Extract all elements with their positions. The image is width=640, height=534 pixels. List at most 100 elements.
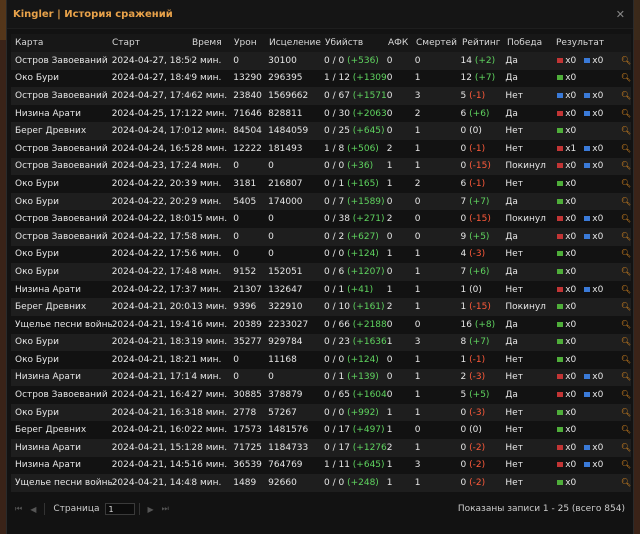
rating-value: 6 <box>460 178 467 189</box>
cell-afk: 0 <box>386 354 393 365</box>
cell-rating: 0 (-1) <box>461 144 506 154</box>
table-row[interactable]: Око Бури 2024-04-22, 17:44 8 мин. 9152 15205… <box>11 263 631 281</box>
column-header-result[interactable]: Результат <box>556 38 612 48</box>
result-count: x0 <box>592 90 604 101</box>
cell-deaths: 0 <box>414 231 421 242</box>
view-details-button[interactable]: 🔍︎ <box>613 355 631 365</box>
cell-result: x0 x0 <box>554 56 613 66</box>
table-row[interactable]: Око Бури 2024-04-22, 17:52 6 мин. 0 0 0 / 0 (… <box>11 246 631 264</box>
cell-deaths: 1 <box>414 478 421 489</box>
first-page-icon[interactable]: ⏮ <box>15 504 22 514</box>
view-details-button[interactable]: 🔍︎ <box>613 372 631 382</box>
table-row[interactable]: Берег Древних 2024-04-21, 20:04 13 мин. 939… <box>11 298 631 316</box>
table-row[interactable]: Око Бури 2024-04-21, 16:34 18 мин. 2778 5726… <box>11 403 631 422</box>
cell-win: Покинул <box>505 161 546 172</box>
last-page-icon[interactable]: ⏭ <box>162 504 169 514</box>
cell-deaths: 0 <box>414 55 421 66</box>
column-header-deaths[interactable]: Смертей <box>416 38 462 48</box>
column-header-heal[interactable]: Исцеление <box>269 38 325 48</box>
cell-afk: 2 <box>386 143 393 154</box>
table-row[interactable]: Око Бури 2024-04-21, 18:33 19 мин. 35277 929… <box>11 333 631 352</box>
cell-heal: 828811 <box>268 108 303 119</box>
table-row[interactable]: Низина Арати 2024-04-22, 17:35 7 мин. 21307… <box>11 281 631 299</box>
view-details-button[interactable]: 🔍︎ <box>613 161 631 171</box>
view-details-button[interactable]: 🔍︎ <box>613 443 631 453</box>
table-row[interactable]: Низина Арати 2024-04-21, 14:54 16 мин. 3653… <box>11 457 631 475</box>
view-details-button[interactable]: 🔍︎ <box>613 249 631 259</box>
table-row[interactable]: Остров Завоеваний 2024-04-27, 17:40 62 мин… <box>11 87 631 105</box>
table-row[interactable]: Остров Завоеваний 2024-04-22, 17:58 8 мин.… <box>11 227 631 246</box>
table-row[interactable]: Ущелье песни войны 2024-04-21, 14:45 8 мин… <box>11 474 631 492</box>
page-number-input[interactable] <box>104 503 135 515</box>
table-row[interactable]: Берег Древних 2024-04-21, 16:09 22 мин. 175… <box>11 421 631 439</box>
view-details-button[interactable]: 🔍︎ <box>613 408 631 418</box>
prev-page-icon[interactable]: ◀ <box>30 505 36 514</box>
table-row[interactable]: Низина Арати 2024-04-21, 17:17 4 мин. 0 0 0 /… <box>11 368 631 387</box>
cell-kills: 0 / 65 (+1604) <box>324 390 387 400</box>
view-details-button[interactable]: 🔍︎ <box>613 302 631 312</box>
view-details-button[interactable]: 🔍︎ <box>613 91 631 101</box>
magnifier-icon: 🔍︎ <box>620 231 631 241</box>
column-header-afk[interactable]: АФК <box>388 38 416 48</box>
view-details-button[interactable]: 🔍︎ <box>613 267 631 277</box>
table-row[interactable]: Остров Завоеваний 2024-04-23, 17:25 4 мин.… <box>11 157 631 176</box>
view-details-button[interactable]: 🔍︎ <box>613 214 631 224</box>
table-row[interactable]: Низина Арати 2024-04-25, 17:15 22 мин. 7164… <box>11 105 631 123</box>
view-details-button[interactable]: 🔍︎ <box>613 197 631 207</box>
view-details-button[interactable]: 🔍︎ <box>613 73 631 83</box>
table-row[interactable]: Остров Завоеваний 2024-04-24, 16:53 28 мин… <box>11 140 631 158</box>
next-page-icon[interactable]: ▶ <box>148 505 154 514</box>
table-header: Карта Старт Время Урон Исцеление Убийств… <box>11 34 631 52</box>
view-details-button[interactable]: 🔍︎ <box>613 179 631 189</box>
table-row[interactable]: Ущелье песни войны 2024-04-21, 19:47 16 ми… <box>11 316 631 334</box>
view-details-button[interactable]: 🔍︎ <box>613 285 631 295</box>
kills-value: 0 / 30 <box>323 108 350 119</box>
view-details-button[interactable]: 🔍︎ <box>613 478 631 488</box>
view-details-button[interactable]: 🔍︎ <box>613 109 631 119</box>
cell-deaths: 1 <box>414 302 421 313</box>
cell-heal: 929784 <box>268 337 303 348</box>
result-item: x0 <box>584 56 603 66</box>
cell-damage: 0 <box>233 354 240 365</box>
table-row[interactable]: Остров Завоеваний 2024-04-22, 18:08 15 мин… <box>11 210 631 228</box>
view-details-button[interactable]: 🔍︎ <box>613 460 631 470</box>
table-row[interactable]: Око Бури 2024-04-22, 20:31 9 мин. 3181 21680… <box>11 175 631 193</box>
kills-value: 0 / 38 <box>323 214 350 225</box>
column-header-win[interactable]: Победа <box>507 38 556 48</box>
battle-history-window: Kingler | История сражений ✕ Карта Старт… <box>6 0 634 534</box>
table-row[interactable]: Берег Древних 2024-04-24, 17:06 12 мин. 845… <box>11 122 631 140</box>
blue-team-icon <box>584 462 591 468</box>
table-row[interactable]: Остров Завоеваний 2024-04-21, 16:47 27 мин… <box>11 386 631 404</box>
column-header-map[interactable]: Карта <box>11 38 112 48</box>
view-details-button[interactable]: 🔍︎ <box>613 56 631 66</box>
cell-heal: 1569662 <box>268 90 309 101</box>
kills-delta: (+248) <box>347 478 379 489</box>
column-header-rating[interactable]: Рейтинг <box>462 38 507 48</box>
cell-deaths: 0 <box>414 214 421 225</box>
column-header-time[interactable]: Время <box>192 38 234 48</box>
view-details-button[interactable]: 🔍︎ <box>613 232 631 242</box>
cell-heal: 57267 <box>268 407 297 418</box>
table-row[interactable]: Око Бури 2024-04-27, 18:49 9 мин. 13290 2963… <box>11 70 631 88</box>
view-details-button[interactable]: 🔍︎ <box>613 144 631 154</box>
result-count: x0 <box>565 319 577 330</box>
table-row[interactable]: Око Бури 2024-04-22, 20:21 9 мин. 5405 17400… <box>11 192 631 211</box>
view-details-button[interactable]: 🔍︎ <box>613 126 631 136</box>
column-header-start[interactable]: Старт <box>112 38 192 48</box>
view-details-button[interactable]: 🔍︎ <box>613 390 631 400</box>
cell-win: Нет <box>505 372 523 383</box>
cell-deaths: 1 <box>414 126 421 137</box>
column-header-damage[interactable]: Урон <box>234 38 269 48</box>
result-item: x0 <box>557 91 576 101</box>
column-header-kills[interactable]: Убийств <box>325 38 388 48</box>
table-row[interactable]: Остров Завоеваний 2024-04-27, 18:50 2 мин.… <box>11 52 631 70</box>
close-icon[interactable]: ✕ <box>616 8 625 21</box>
table-row[interactable]: Низина Арати 2024-04-21, 15:12 28 мин. 7172… <box>11 439 631 457</box>
cell-start: 2024-04-22, 18:08 <box>111 214 192 225</box>
result-item: x0 <box>584 460 603 470</box>
view-details-button[interactable]: 🔍︎ <box>613 320 631 330</box>
table-row[interactable]: Око Бури 2024-04-21, 18:22 1 мин. 0 11168 0 /… <box>11 351 631 369</box>
view-details-button[interactable]: 🔍︎ <box>613 337 631 347</box>
view-details-button[interactable]: 🔍︎ <box>613 425 631 435</box>
kills-delta: (+506) <box>347 143 379 154</box>
